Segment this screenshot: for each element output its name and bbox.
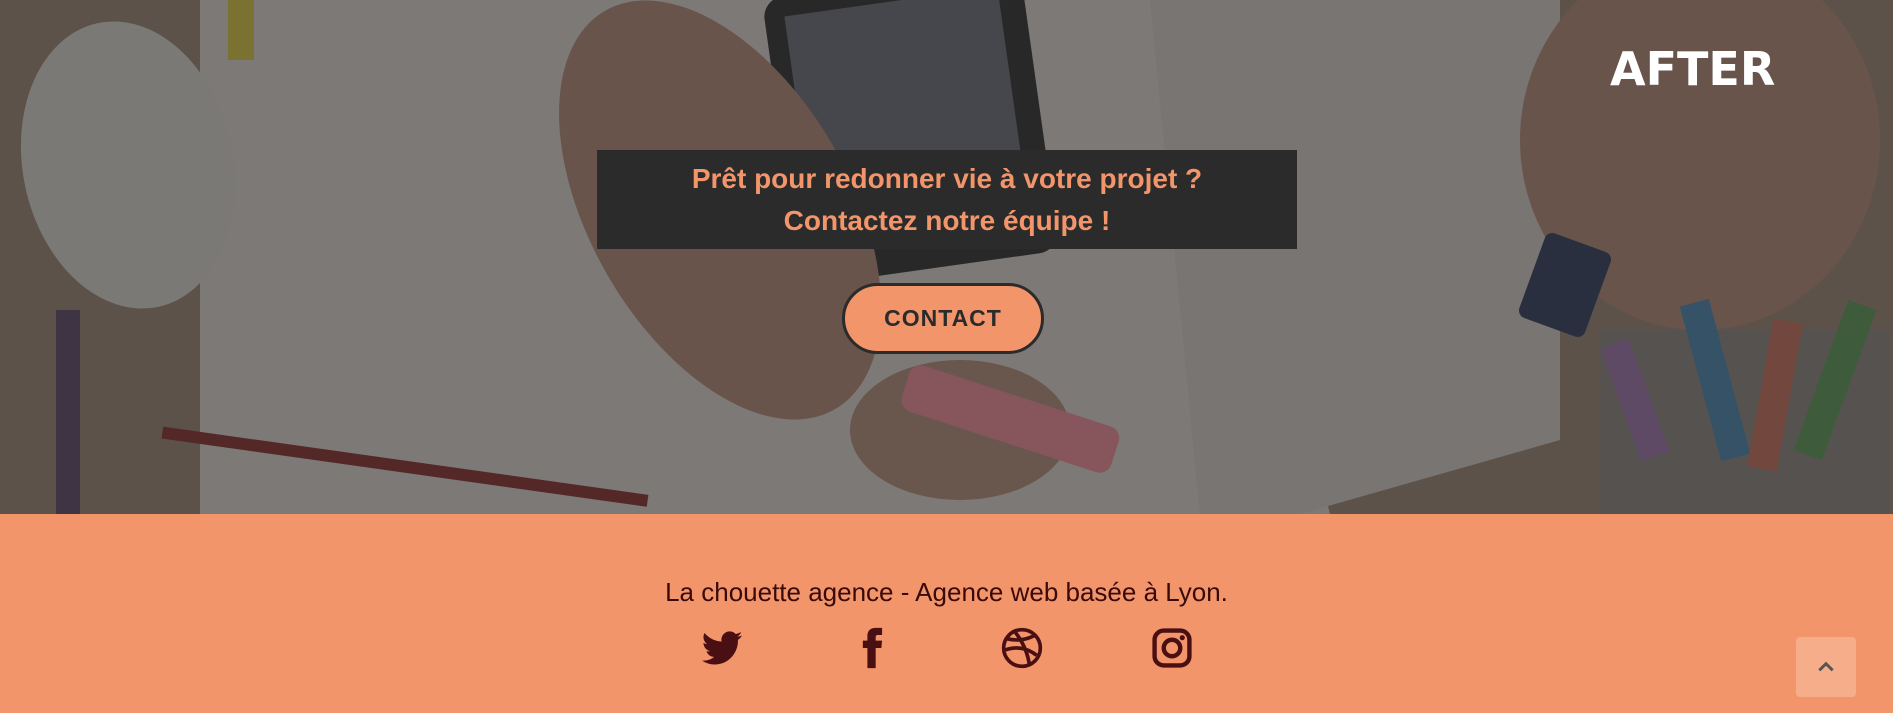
- footer: La chouette agence - Agence web basée à …: [0, 514, 1893, 714]
- contact-button[interactable]: CONTACT: [842, 283, 1044, 354]
- cta-heading-line-2: Contactez notre équipe !: [783, 204, 1111, 236]
- hero-section: AFTER Prêt pour redonner vie à votre pro…: [0, 0, 1893, 514]
- cta-heading-line-1: Prêt pour redonner vie à votre projet ?: [691, 162, 1203, 194]
- footer-tagline: La chouette agence - Agence web basée à …: [665, 577, 1228, 607]
- instagram-icon: [1152, 628, 1192, 668]
- facebook-icon: [862, 627, 883, 669]
- instagram-link[interactable]: [1148, 624, 1196, 672]
- scroll-to-top-button[interactable]: [1796, 637, 1856, 697]
- facebook-link[interactable]: [848, 624, 896, 672]
- twitter-link[interactable]: [698, 624, 746, 672]
- twitter-icon: [701, 631, 743, 665]
- dribbble-link[interactable]: [998, 624, 1046, 672]
- dribbble-icon: [1001, 627, 1043, 669]
- cta-banner: Prêt pour redonner vie à votre projet ? …: [597, 150, 1297, 249]
- chevron-up-icon: [1818, 661, 1834, 672]
- after-badge: AFTER: [1610, 42, 1776, 96]
